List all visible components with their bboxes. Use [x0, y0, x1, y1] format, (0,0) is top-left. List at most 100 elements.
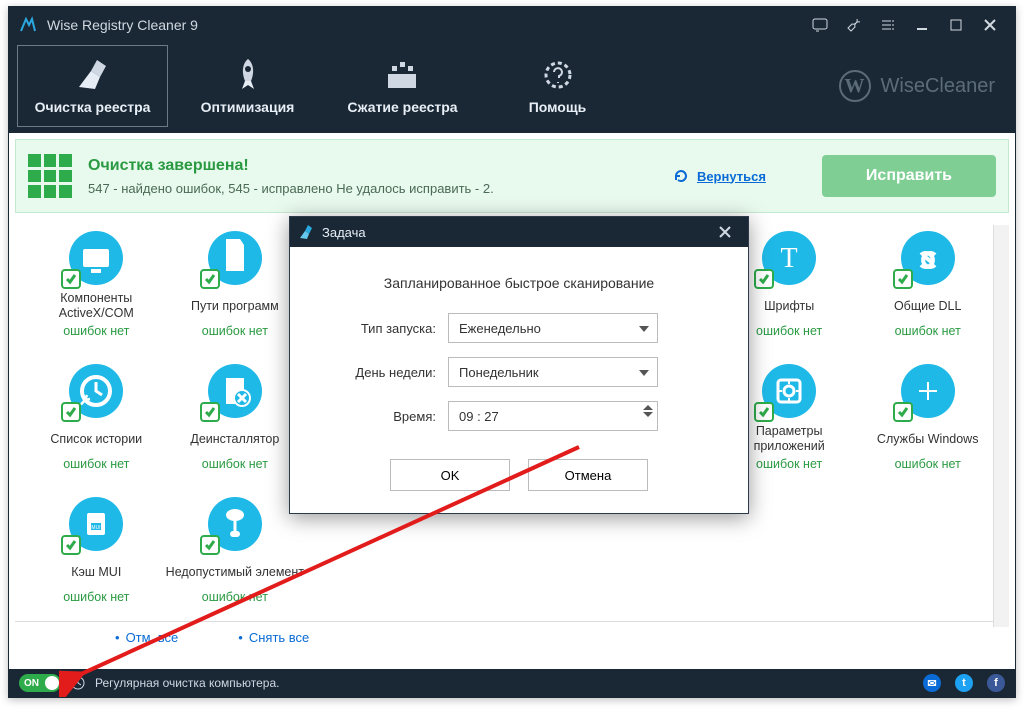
help-gear-icon: [541, 57, 575, 93]
category-icon: MUI: [69, 497, 123, 551]
check-icon[interactable]: [61, 535, 81, 555]
clock-icon: [71, 676, 85, 690]
category-icon: [762, 364, 816, 418]
status-subtitle: 547 - найдено ошибок, 545 - исправлено Н…: [88, 181, 657, 196]
day-label: День недели:: [316, 365, 448, 380]
type-label: Тип запуска:: [316, 321, 448, 336]
check-icon[interactable]: [200, 535, 220, 555]
cancel-button[interactable]: Отмена: [528, 459, 648, 491]
category-item[interactable]: Компоненты ActiveX/COM ошибок нет: [27, 231, 166, 338]
tools-icon[interactable]: [837, 7, 871, 43]
category-name: Пути программ: [191, 291, 279, 321]
check-icon[interactable]: [893, 269, 913, 289]
minimize-icon[interactable]: [905, 7, 939, 43]
facebook-icon[interactable]: f: [987, 674, 1005, 692]
status-title: Очистка завершена!: [88, 157, 657, 175]
tab-label: Очистка реестра: [35, 99, 151, 115]
brand: W WiseCleaner: [839, 43, 1009, 129]
compress-icon: [386, 57, 420, 93]
mail-icon[interactable]: ✉: [923, 674, 941, 692]
category-status: ошибок нет: [756, 324, 822, 338]
category-name: Деинсталлятор: [190, 424, 279, 454]
feedback-icon[interactable]: [803, 7, 837, 43]
check-icon[interactable]: [893, 402, 913, 422]
time-input[interactable]: 09 : 27: [448, 401, 658, 431]
type-select[interactable]: Еженедельно: [448, 313, 658, 343]
app-logo-icon: [17, 14, 39, 36]
tab-optimization[interactable]: Оптимизация: [170, 43, 325, 129]
check-icon[interactable]: [61, 402, 81, 422]
category-name: Список истории: [50, 424, 142, 454]
category-icon: [208, 364, 262, 418]
check-icon[interactable]: [754, 402, 774, 422]
category-item[interactable]: Список истории ошибок нет: [27, 364, 166, 471]
dialog-close-button[interactable]: [710, 217, 740, 247]
category-name: Общие DLL: [894, 291, 962, 321]
uncheck-all-link[interactable]: •Снять все: [238, 630, 309, 645]
rocket-icon: [233, 57, 263, 93]
category-status: ошибок нет: [63, 590, 129, 604]
tab-registry-clean[interactable]: Очистка реестра: [15, 43, 170, 129]
category-item[interactable]: Пути программ ошибок нет: [166, 231, 305, 338]
status-grid-icon: [28, 154, 72, 198]
return-link[interactable]: Вернуться: [673, 168, 766, 184]
check-all-link[interactable]: •Отм. все: [115, 630, 178, 645]
time-label: Время:: [316, 409, 448, 424]
broom-icon: [75, 57, 111, 93]
scrollbar[interactable]: [993, 225, 1009, 627]
category-status: ошибок нет: [63, 457, 129, 471]
refresh-icon: [673, 168, 689, 184]
category-icon: [69, 364, 123, 418]
maximize-icon[interactable]: [939, 7, 973, 43]
category-name: Кэш MUI: [71, 557, 121, 587]
check-icon[interactable]: [61, 269, 81, 289]
dialog-heading: Запланированное быстрое сканирование: [316, 275, 722, 291]
bottom-text: Регулярная очистка компьютера.: [95, 676, 279, 690]
bottom-bar: ON Регулярная очистка компьютера. ✉ t f: [9, 669, 1015, 697]
category-icon: [901, 364, 955, 418]
close-icon[interactable]: [973, 7, 1007, 43]
settings-icon[interactable]: [871, 7, 905, 43]
ok-button[interactable]: OK: [390, 459, 510, 491]
category-icon: [208, 497, 262, 551]
window-title: Wise Registry Cleaner 9: [47, 17, 198, 33]
category-item[interactable]: Деинсталлятор ошибок нет: [166, 364, 305, 471]
titlebar: Wise Registry Cleaner 9: [9, 7, 1015, 43]
tab-help[interactable]: Помощь: [480, 43, 635, 129]
category-name: Службы Windows: [877, 424, 979, 454]
category-status: ошибок нет: [202, 457, 268, 471]
category-status: ошибок нет: [895, 324, 961, 338]
category-name: Компоненты ActiveX/COM: [27, 291, 166, 321]
category-status: ошибок нет: [63, 324, 129, 338]
status-panel: Очистка завершена! 547 - найдено ошибок,…: [15, 139, 1009, 213]
day-select[interactable]: Понедельник: [448, 357, 658, 387]
schedule-toggle[interactable]: ON: [19, 674, 61, 692]
category-item[interactable]: Общие DLL ошибок нет: [858, 231, 997, 338]
fix-button[interactable]: Исправить: [822, 155, 996, 197]
tab-compress[interactable]: Сжатие реестра: [325, 43, 480, 129]
category-name: Недопустимый элемент: [166, 557, 304, 587]
main-nav: Очистка реестра Оптимизация Сжатие реест…: [9, 43, 1015, 133]
category-status: ошибок нет: [895, 457, 961, 471]
category-item[interactable]: Службы Windows ошибок нет: [858, 364, 997, 471]
category-status: ошибок нет: [202, 590, 268, 604]
check-icon[interactable]: [754, 269, 774, 289]
category-status: ошибок нет: [202, 324, 268, 338]
category-item[interactable]: Недопустимый элемент ошибок нет: [166, 497, 305, 604]
category-icon: [901, 231, 955, 285]
tab-label: Оптимизация: [201, 99, 295, 115]
category-icon: [69, 231, 123, 285]
tab-label: Помощь: [529, 99, 587, 115]
dialog-title: Задача: [322, 225, 366, 240]
svg-text:T: T: [781, 243, 798, 274]
check-icon[interactable]: [200, 402, 220, 422]
category-icon: [208, 231, 262, 285]
broom-small-icon: [298, 224, 314, 240]
check-icon[interactable]: [200, 269, 220, 289]
twitter-icon[interactable]: t: [955, 674, 973, 692]
category-name: Шрифты: [764, 291, 814, 321]
category-item[interactable]: MUI Кэш MUI ошибок нет: [27, 497, 166, 604]
svg-text:MUI: MUI: [92, 525, 101, 531]
return-label: Вернуться: [697, 169, 766, 184]
brand-text: WiseCleaner: [881, 75, 995, 98]
